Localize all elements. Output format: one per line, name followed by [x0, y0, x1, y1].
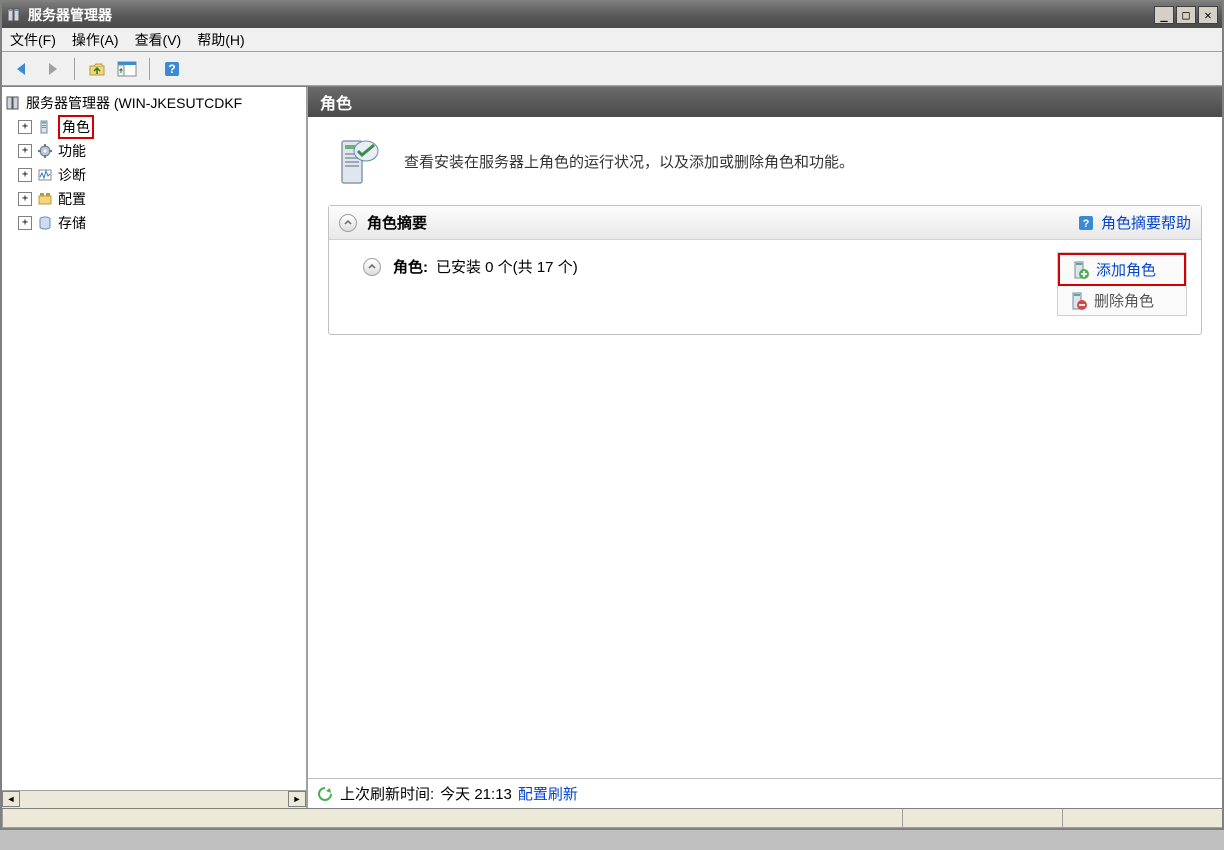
- section-header: 角色摘要 ? 角色摘要帮助: [329, 206, 1201, 240]
- expand-icon[interactable]: +: [18, 192, 32, 206]
- last-refresh-time: 今天 21:13: [440, 783, 512, 804]
- window-title: 服务器管理器: [28, 5, 1154, 25]
- up-folder-button[interactable]: [85, 57, 109, 81]
- section-title: 角色摘要: [367, 212, 1077, 233]
- back-button[interactable]: [10, 57, 34, 81]
- tree-roles-label: 角色: [58, 115, 94, 139]
- tree-features-label: 功能: [58, 141, 86, 161]
- scroll-track[interactable]: [20, 791, 288, 808]
- menu-file[interactable]: 文件(F): [10, 30, 56, 50]
- forward-button[interactable]: [40, 57, 64, 81]
- status-cell: [902, 809, 1062, 828]
- tree-item-features[interactable]: + 功能: [4, 139, 304, 163]
- content-title: 角色: [320, 90, 352, 114]
- tree-horizontal-scrollbar[interactable]: ◄ ►: [2, 790, 306, 808]
- tree-item-roles[interactable]: + 角色: [4, 115, 304, 139]
- banner-text: 查看安装在服务器上角色的运行状况，以及添加或删除角色和功能。: [404, 151, 854, 172]
- remove-role-icon: [1068, 291, 1088, 311]
- collapse-button[interactable]: [363, 258, 381, 276]
- section-body: 角色: 已安装 0 个(共 17 个) 添加角色: [329, 240, 1201, 334]
- svg-text:?: ?: [168, 62, 175, 76]
- nav-tree[interactable]: 服务器管理器 (WIN-JKESUTCDKF + 角色 + 功能: [2, 87, 306, 790]
- close-button[interactable]: ✕: [1198, 6, 1218, 24]
- maximize-button[interactable]: □: [1176, 6, 1196, 24]
- expand-icon[interactable]: +: [18, 168, 32, 182]
- menubar: 文件(F) 操作(A) 查看(V) 帮助(H): [2, 28, 1222, 52]
- remove-role-link[interactable]: 删除角色: [1058, 286, 1186, 315]
- tree-configuration-label: 配置: [58, 189, 86, 209]
- status-cell: [1062, 809, 1222, 828]
- minimize-button[interactable]: _: [1154, 6, 1174, 24]
- remove-role-text: 删除角色: [1094, 290, 1154, 311]
- last-refresh-label: 上次刷新时间:: [340, 783, 434, 804]
- tree-storage-label: 存储: [58, 213, 86, 233]
- app-window: 服务器管理器 _ □ ✕ 文件(F) 操作(A) 查看(V) 帮助(H) ?: [0, 0, 1224, 830]
- toolbar-separator: [149, 58, 150, 80]
- help-button[interactable]: ?: [160, 57, 184, 81]
- section-help-link[interactable]: ? 角色摘要帮助: [1077, 212, 1191, 233]
- window-statusbar: [2, 808, 1222, 828]
- banner: 查看安装在服务器上角色的运行状况，以及添加或删除角色和功能。: [308, 117, 1222, 205]
- refresh-icon: [316, 785, 334, 803]
- configure-refresh-link[interactable]: 配置刷新: [518, 783, 578, 804]
- scroll-left-arrow[interactable]: ◄: [2, 791, 20, 807]
- roles-icon: [36, 118, 54, 136]
- tree-diagnostics-label: 诊断: [58, 165, 86, 185]
- expand-icon[interactable]: +: [18, 144, 32, 158]
- scroll-right-arrow[interactable]: ►: [288, 791, 306, 807]
- toolbar-separator: [74, 58, 75, 80]
- add-role-link[interactable]: 添加角色: [1058, 253, 1186, 286]
- configuration-icon: [36, 190, 54, 208]
- storage-icon: [36, 214, 54, 232]
- status-cell: [2, 809, 902, 828]
- show-hide-tree-button[interactable]: [115, 57, 139, 81]
- content-header: 角色: [308, 87, 1222, 117]
- features-icon: [36, 142, 54, 160]
- menu-help[interactable]: 帮助(H): [197, 30, 244, 50]
- tree-pane: 服务器管理器 (WIN-JKESUTCDKF + 角色 + 功能: [2, 87, 308, 808]
- tree-root-label: 服务器管理器 (WIN-JKESUTCDKF: [26, 93, 242, 113]
- server-manager-icon: [6, 7, 22, 23]
- help-link-text: 角色摘要帮助: [1101, 212, 1191, 233]
- add-role-icon: [1070, 260, 1090, 280]
- expand-icon[interactable]: +: [18, 216, 32, 230]
- tree-item-storage[interactable]: + 存储: [4, 211, 304, 235]
- tree-item-configuration[interactable]: + 配置: [4, 187, 304, 211]
- content-body: 查看安装在服务器上角色的运行状况，以及添加或删除角色和功能。 角色摘要 ? 角色…: [308, 117, 1222, 778]
- server-manager-icon: [4, 94, 22, 112]
- svg-text:?: ?: [1083, 218, 1090, 230]
- window-controls: _ □ ✕: [1154, 6, 1218, 24]
- diagnostics-icon: [36, 166, 54, 184]
- main-statusbar: 上次刷新时间: 今天 21:13 配置刷新: [308, 778, 1222, 808]
- add-role-text: 添加角色: [1096, 259, 1156, 280]
- titlebar[interactable]: 服务器管理器 _ □ ✕: [2, 2, 1222, 28]
- main-pane: 角色: [308, 87, 1222, 808]
- toolbar: ?: [2, 52, 1222, 86]
- menu-action[interactable]: 操作(A): [72, 30, 119, 50]
- collapse-button[interactable]: [339, 214, 357, 232]
- expand-icon[interactable]: +: [18, 120, 32, 134]
- tree-item-diagnostics[interactable]: + 诊断: [4, 163, 304, 187]
- tree-root[interactable]: 服务器管理器 (WIN-JKESUTCDKF: [4, 91, 304, 115]
- server-roles-icon: [328, 133, 384, 189]
- roles-summary-section: 角色摘要 ? 角色摘要帮助 角色: 已安装 0 个(共 17 个): [328, 205, 1202, 335]
- roles-count-row: 角色: 已安装 0 个(共 17 个): [363, 252, 1057, 277]
- roles-actions: 添加角色 删除角色: [1057, 252, 1187, 316]
- content-area: 服务器管理器 (WIN-JKESUTCDKF + 角色 + 功能: [2, 86, 1222, 808]
- menu-view[interactable]: 查看(V): [135, 30, 182, 50]
- roles-installed-text: 已安装 0 个(共 17 个): [436, 256, 578, 277]
- roles-label: 角色:: [393, 256, 428, 277]
